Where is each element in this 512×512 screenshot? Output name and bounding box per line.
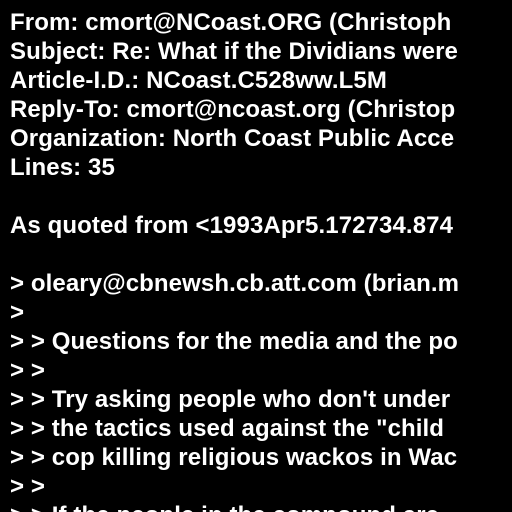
quote-line: >: [10, 299, 25, 326]
quote-line: > > Questions for the media and the po: [10, 328, 458, 355]
terminal-screen: From: cmort@NCoast.ORG (Christoph Subjec…: [0, 0, 512, 512]
quote-line: > > If the people in the compound are: [10, 501, 512, 512]
body-attribution: As quoted from <1993Apr5.172734.874: [10, 212, 454, 239]
quote-line: > oleary@cbnewsh.cb.att.com (brian.m: [10, 270, 460, 297]
quote-line: > > the tactics used against the "child: [10, 415, 445, 442]
message-text-area[interactable]: From: cmort@NCoast.ORG (Christoph Subjec…: [10, 8, 512, 512]
header-from: From: cmort@NCoast.ORG (Christoph: [10, 9, 452, 36]
quote-line: > >: [10, 473, 45, 500]
quote-line: > > cop killing religious wackos in Wac: [10, 444, 458, 471]
header-subject: Subject: Re: What if the Dividians were: [10, 38, 458, 65]
quote-line: > >: [10, 357, 45, 384]
header-reply-to: Reply-To: cmort@ncoast.org (Christop: [10, 96, 456, 123]
header-article-id: Article-I.D.: NCoast.C528ww.L5M: [10, 67, 387, 94]
header-organization: Organization: North Coast Public Acce: [10, 125, 455, 152]
header-lines: Lines: 35: [10, 154, 115, 181]
quote-line: > > Try asking people who don't under: [10, 386, 451, 413]
